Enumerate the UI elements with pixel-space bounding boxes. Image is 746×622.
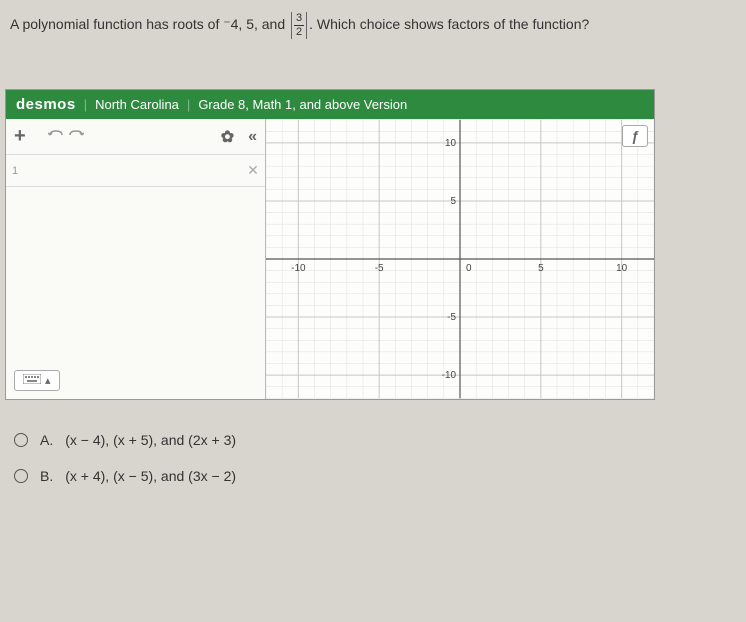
keyboard-toggle-button[interactable]: ▴ (14, 370, 60, 391)
desmos-body: + ✿ « 1 ✕ ▴ -10 -5 0 5 10 -10 -5 5 10 (6, 119, 654, 399)
answer-a-text: (x − 4), (x + 5), and (2x + 3) (65, 432, 236, 448)
graph-panel[interactable]: -10 -5 0 5 10 -10 -5 5 10 ƒ (266, 119, 654, 399)
answer-a-label: A. (40, 432, 53, 448)
answer-b-text: (x + 4), (x − 5), and (3x − 2) (65, 468, 236, 484)
desmos-header: desmos | North Carolina | Grade 8, Math … (6, 90, 654, 119)
answer-option-a[interactable]: A. (x − 4), (x + 5), and (2x + 3) (10, 422, 736, 458)
settings-gear-icon[interactable]: ✿ (221, 127, 234, 147)
svg-text:10: 10 (445, 138, 457, 149)
radio-a[interactable] (14, 433, 28, 447)
keyboard-icon (23, 374, 41, 387)
expression-index: 1 (12, 165, 28, 177)
question-suffix: . Which choice shows factors of the func… (309, 16, 589, 32)
desmos-region: North Carolina (95, 97, 179, 112)
delete-expression-button[interactable]: ✕ (241, 162, 265, 179)
fraction: 32 (291, 12, 307, 39)
answer-option-b[interactable]: B. (x + 4), (x − 5), and (3x − 2) (10, 458, 736, 494)
desmos-logo: desmos (16, 96, 76, 113)
svg-text:-10: -10 (291, 263, 306, 274)
expression-input[interactable] (28, 155, 241, 186)
wrench-icon: ƒ (631, 128, 639, 144)
expression-panel: + ✿ « 1 ✕ ▴ (6, 119, 266, 399)
redo-button[interactable] (68, 128, 84, 146)
keyboard-arrow-icon: ▴ (45, 374, 51, 387)
undo-button[interactable] (48, 128, 64, 146)
desmos-calculator: desmos | North Carolina | Grade 8, Math … (5, 89, 655, 400)
svg-text:-10: -10 (442, 370, 457, 381)
svg-text:0: 0 (466, 263, 472, 274)
fraction-denominator: 2 (294, 26, 304, 38)
graph-settings-button[interactable]: ƒ (622, 125, 648, 147)
expression-row[interactable]: 1 ✕ (6, 155, 265, 187)
answer-choices: A. (x − 4), (x + 5), and (2x + 3) B. (x … (0, 410, 746, 506)
undo-redo-group (48, 128, 84, 146)
svg-text:5: 5 (538, 263, 544, 274)
fraction-numerator: 3 (294, 13, 304, 26)
question-text: A polynomial function has roots of ⁻4, 5… (0, 0, 746, 59)
desmos-version: Grade 8, Math 1, and above Version (198, 97, 407, 112)
svg-text:5: 5 (450, 196, 456, 207)
divider: | (84, 97, 87, 112)
divider: | (187, 97, 190, 112)
collapse-panel-button[interactable]: « (248, 128, 257, 146)
svg-text:10: 10 (616, 263, 628, 274)
svg-text:-5: -5 (447, 312, 456, 323)
svg-text:-5: -5 (375, 263, 384, 274)
answer-b-label: B. (40, 468, 53, 484)
radio-b[interactable] (14, 469, 28, 483)
coordinate-grid[interactable]: -10 -5 0 5 10 -10 -5 5 10 (266, 119, 654, 399)
add-expression-button[interactable]: + (14, 125, 26, 148)
expression-toolbar: + ✿ « (6, 119, 265, 155)
question-prefix: A polynomial function has roots of ⁻4, 5… (10, 16, 289, 32)
